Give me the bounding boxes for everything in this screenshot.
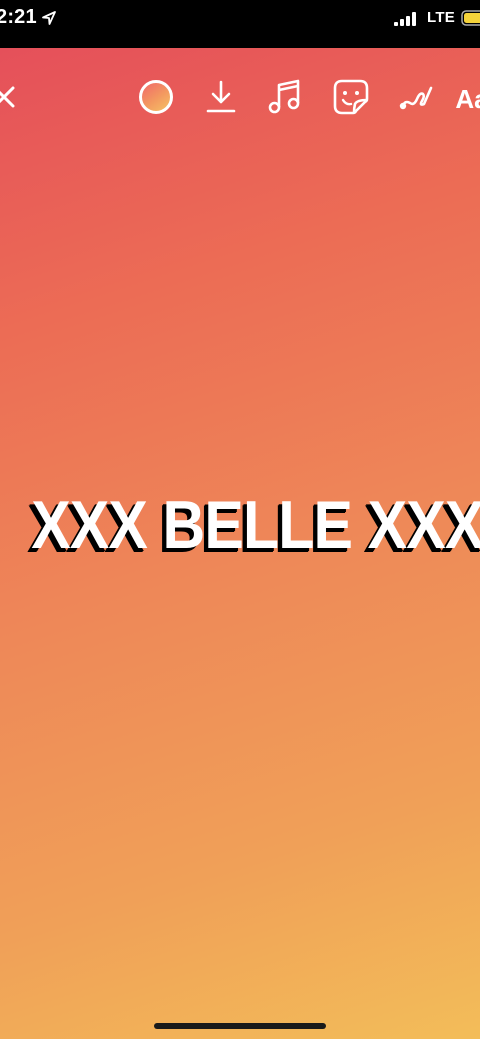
network-type: LTE (427, 9, 456, 26)
signal-bars-icon (394, 12, 416, 26)
close-button[interactable] (0, 77, 24, 117)
text-tool-label: Aa (455, 84, 480, 114)
download-button[interactable] (201, 77, 241, 117)
sticker-icon (333, 79, 369, 115)
story-text-overlay[interactable]: XXX BELLE XXX (31, 491, 480, 559)
status-bar: 2:21 LTE (0, 0, 480, 48)
battery-icon (461, 10, 480, 26)
text-tool-button[interactable]: Aa (452, 77, 480, 117)
draw-button[interactable] (396, 77, 436, 117)
home-indicator[interactable] (154, 1023, 326, 1029)
music-button[interactable] (265, 77, 305, 117)
scribble-draw-icon (399, 86, 433, 110)
music-note-icon (268, 79, 300, 114)
color-picker-button[interactable] (136, 77, 176, 117)
download-icon (206, 80, 236, 113)
status-time: 2:21 (0, 6, 37, 28)
location-arrow-icon (42, 11, 56, 25)
color-swatch-icon (139, 80, 173, 114)
sticker-button[interactable] (331, 77, 371, 117)
close-icon (0, 86, 15, 108)
